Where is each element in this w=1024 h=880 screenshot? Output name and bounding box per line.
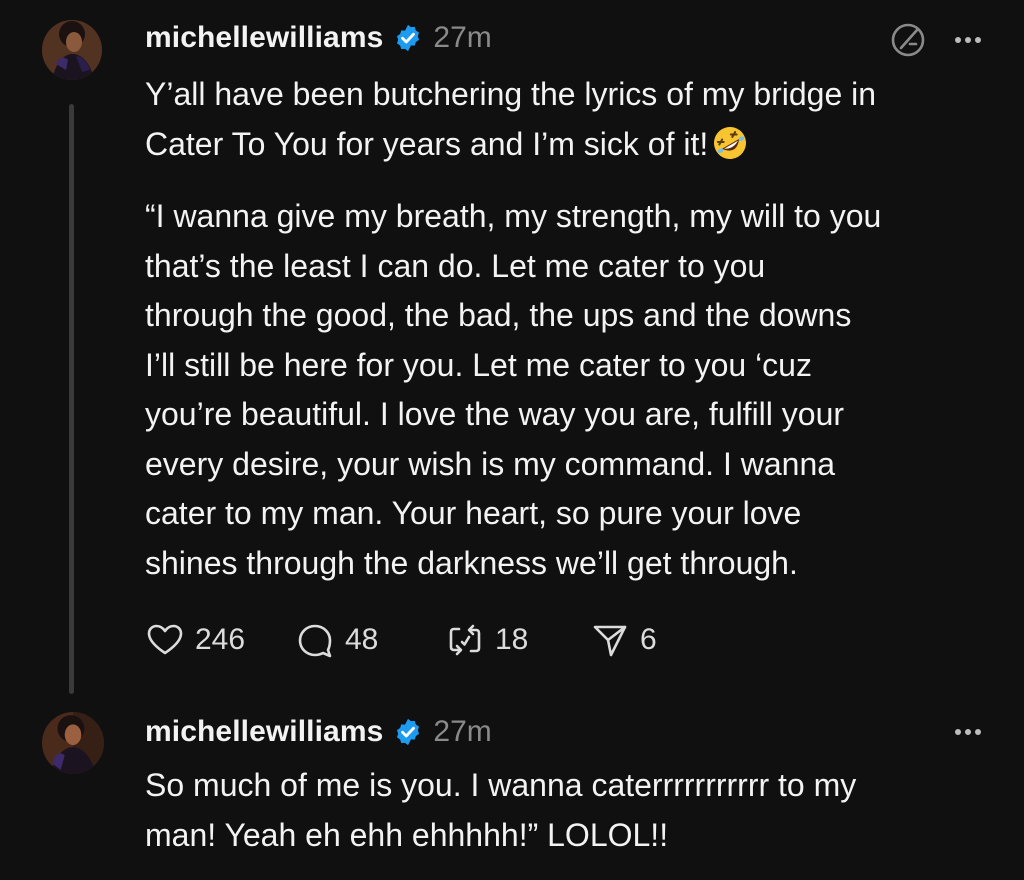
post-text: Y’all have been butchering the lyrics of…: [145, 70, 1015, 169]
post-header: michellewilliams 27m: [145, 18, 492, 58]
post-options: [950, 714, 986, 750]
reply-button[interactable]: 48: [295, 620, 445, 660]
thread-view: michellewilliams 27m Y’all have been but…: [0, 0, 1024, 880]
post-time: 27m: [433, 715, 492, 748]
translate-button[interactable]: [888, 20, 928, 60]
username[interactable]: michellewilliams: [145, 21, 383, 55]
post-text-lyrics: “I wanna give my breath, my strength, my…: [145, 198, 882, 581]
more-options-button[interactable]: [950, 22, 986, 58]
more-dots-icon: [955, 729, 981, 735]
avatar[interactable]: [42, 20, 102, 80]
like-count: 246: [195, 623, 246, 656]
send-icon: [593, 625, 627, 657]
post-text-line: Cater To You for years and I’m sick of i…: [145, 125, 709, 162]
share-count: 6: [640, 623, 657, 656]
post-actions: 246 48 18 6: [145, 615, 657, 665]
translate-icon: [891, 23, 925, 57]
repost-count: 18: [495, 623, 529, 656]
username[interactable]: michellewilliams: [145, 715, 383, 749]
repost-button[interactable]: 18: [445, 620, 590, 660]
share-button[interactable]: 6: [590, 620, 657, 660]
post-options: [888, 20, 986, 60]
verified-badge-icon: [397, 718, 420, 746]
verified-badge-icon: [397, 24, 420, 52]
reply-count: 48: [345, 623, 379, 656]
avatar[interactable]: [42, 712, 104, 774]
post-text: So much of me is you. I wanna caterrrrrr…: [145, 767, 857, 853]
more-options-button[interactable]: [950, 714, 986, 750]
post-time: 27m: [433, 21, 492, 54]
post-header: michellewilliams 27m: [145, 712, 492, 752]
more-dots-icon: [955, 37, 981, 43]
repost-icon: [449, 624, 481, 656]
thread-connector-line: [69, 104, 74, 694]
like-button[interactable]: 246: [145, 620, 295, 660]
comment-bubble-icon: [298, 624, 332, 658]
post-text-line: Y’all have been butchering the lyrics of…: [145, 76, 877, 112]
heart-icon: [147, 624, 183, 655]
rolling-laughing-emoji-icon: [714, 126, 747, 159]
